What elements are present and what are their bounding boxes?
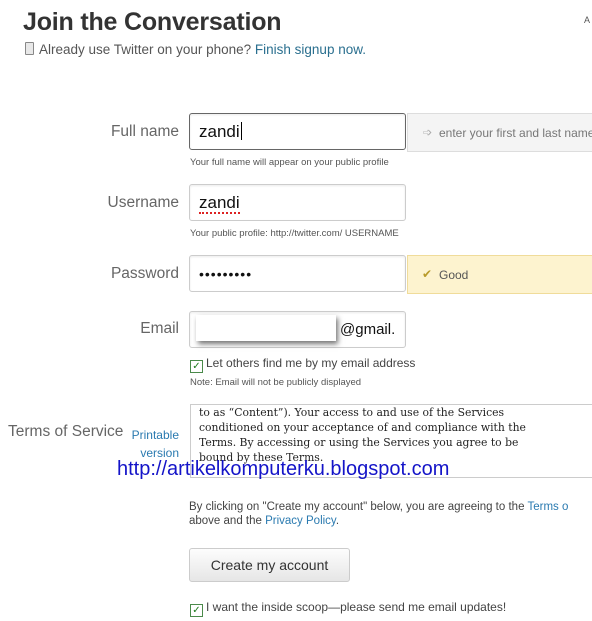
password-field[interactable]: •••••••••: [189, 255, 406, 292]
phone-icon: [25, 42, 34, 55]
email-field[interactable]: @gmail.: [189, 311, 406, 348]
fullname-value: zandi: [199, 122, 240, 141]
email-note: Note: Email will not be publicly display…: [190, 377, 362, 388]
username-label: Username: [107, 194, 180, 211]
redacted-email-mask: [196, 315, 336, 341]
page-title: Join the Conversation: [23, 8, 282, 36]
agreement-middle: above and the: [189, 515, 262, 527]
phone-signup-text: Already use Twitter on your phone?: [39, 42, 252, 57]
username-value: zandi: [199, 193, 240, 214]
tos-label: Terms of Service: [8, 423, 124, 440]
email-updates-label: I want the inside scoop—please send me e…: [206, 600, 507, 614]
find-by-email-option[interactable]: ✓ Let others find me by my email address: [190, 356, 415, 373]
fullname-label: Full name: [110, 123, 179, 140]
agreement-prefix: By clicking on "Create my account" below…: [189, 501, 525, 513]
terms-link[interactable]: Terms o: [527, 501, 568, 513]
fullname-hint: Your full name will appear on your publi…: [190, 157, 389, 168]
agreement-suffix: .: [335, 515, 340, 527]
text-caret: [240, 122, 242, 140]
email-updates-checkbox[interactable]: ✓: [190, 604, 203, 617]
password-label: Password: [110, 265, 179, 282]
agreement-text: By clicking on "Create my account" below…: [189, 500, 592, 528]
username-field[interactable]: zandi: [189, 184, 406, 221]
check-icon: ✔: [422, 267, 433, 281]
corner-glyph: A: [584, 15, 591, 25]
password-strength-text: Good: [439, 268, 469, 282]
find-by-email-checkbox[interactable]: ✓: [190, 360, 203, 373]
password-strength-tip: ✔ Good: [407, 255, 592, 294]
create-account-button[interactable]: Create my account: [189, 548, 350, 582]
fullname-tip: ➩ enter your first and last name: [407, 113, 592, 152]
watermark-url: http://artikelkomputerku.blogspot.com: [117, 458, 450, 480]
username-hint: Your public profile: http://twitter.com/…: [190, 228, 399, 239]
printable-version-link[interactable]: Printable version: [120, 426, 179, 462]
email-updates-option[interactable]: ✓ I want the inside scoop—please send me …: [190, 600, 506, 617]
phone-signup-line: Already use Twitter on your phone? Finis…: [25, 42, 366, 57]
fullname-tip-text: enter your first and last name: [439, 126, 592, 140]
email-domain-suffix: @gmail.: [340, 321, 396, 338]
password-value: •••••••••: [199, 266, 253, 282]
finish-signup-link[interactable]: Finish signup now.: [255, 42, 366, 57]
tos-text: to as “Content”). Your access to and use…: [199, 406, 526, 464]
privacy-policy-link[interactable]: Privacy Policy: [265, 515, 336, 527]
arrow-right-icon: ➩: [423, 127, 433, 139]
email-label: Email: [140, 320, 179, 337]
find-by-email-label: Let others find me by my email address: [206, 356, 416, 370]
fullname-field[interactable]: zandi: [189, 113, 406, 150]
